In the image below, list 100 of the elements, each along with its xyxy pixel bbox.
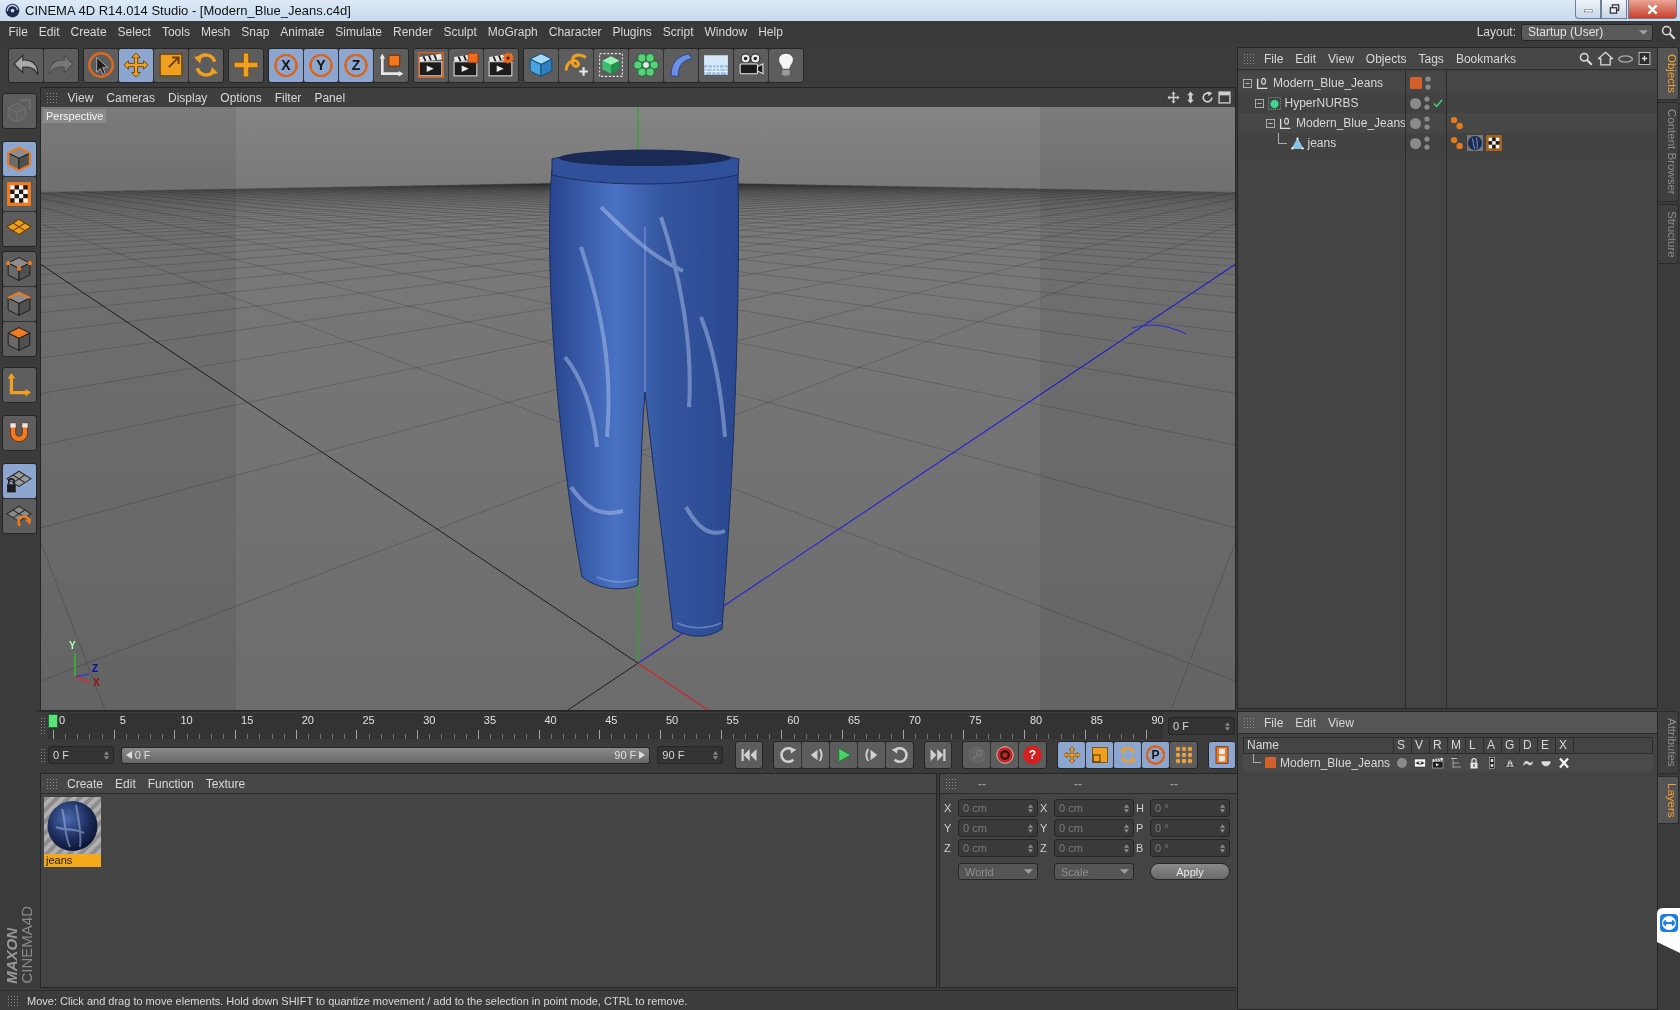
material-name[interactable]: jeans <box>44 854 101 867</box>
menu-item[interactable]: Sculpt <box>437 25 483 39</box>
menu-item[interactable]: Help <box>752 25 789 39</box>
edges-mode-button[interactable] <box>2 287 36 321</box>
column-header[interactable]: R <box>1430 738 1448 753</box>
axis-lock-button[interactable]: X <box>269 48 303 82</box>
menu-item[interactable]: Edit <box>1289 51 1323 66</box>
menu-item[interactable]: Plugins <box>606 25 658 39</box>
viewport-canvas[interactable]: Perspective Y Z X <box>41 107 1235 710</box>
subdivision-button[interactable] <box>594 48 628 82</box>
play-button[interactable] <box>830 742 857 768</box>
menu-item[interactable]: Filter <box>268 90 308 105</box>
home-icon[interactable] <box>1598 51 1613 66</box>
menu-item[interactable]: File <box>1258 715 1290 730</box>
column-header[interactable]: S <box>1394 738 1412 753</box>
menu-item[interactable]: Display <box>161 90 214 105</box>
rotate-tool-button[interactable] <box>189 48 223 82</box>
end-frame-field[interactable]: 90 F <box>657 746 723 764</box>
close-button[interactable] <box>1628 0 1677 19</box>
scale-tool-button[interactable] <box>154 48 188 82</box>
axis-mode-button[interactable] <box>1 367 37 403</box>
menu-item[interactable]: Select <box>112 25 157 39</box>
workplane-mode-button[interactable] <box>2 212 36 246</box>
menu-item[interactable]: View <box>1322 51 1360 66</box>
jeans-model-drawing[interactable] <box>549 149 740 637</box>
visibility-dots-icon[interactable] <box>1425 76 1431 90</box>
menu-item[interactable]: Script <box>657 25 699 39</box>
autokey-button[interactable] <box>991 742 1018 768</box>
point-level-button[interactable] <box>1170 742 1197 768</box>
dot-icon[interactable] <box>1410 97 1421 109</box>
spline-button[interactable] <box>559 48 593 82</box>
keyframe-selection-button[interactable]: ? <box>1019 742 1046 768</box>
layout-dropdown[interactable]: Startup (User) <box>1521 23 1653 41</box>
triangle-left-icon[interactable] <box>125 751 132 759</box>
texture-mode-button[interactable] <box>2 177 36 211</box>
spheres-icon[interactable] <box>1450 136 1464 150</box>
undo-button[interactable] <box>9 48 43 82</box>
layer-swatch-icon[interactable] <box>1410 77 1422 89</box>
locked-workplane-button[interactable] <box>2 464 36 498</box>
check-icon[interactable] <box>1433 98 1443 108</box>
start-frame-field[interactable]: 0 F <box>48 746 114 764</box>
hierarchy-icon[interactable] <box>1450 756 1462 769</box>
layer-swatch-icon[interactable] <box>1265 757 1276 768</box>
camera-button[interactable] <box>734 48 768 82</box>
timeline-ruler[interactable]: 0 5 10 15 20 25 30 35 40 45 50 55 60 65 70 75 80 85 90 <box>48 713 1163 739</box>
menu-item[interactable]: Function <box>141 776 200 791</box>
menu-item[interactable]: File <box>1258 51 1290 66</box>
visibility-dots-icon[interactable] <box>1424 116 1430 130</box>
column-header[interactable]: A <box>1484 738 1502 753</box>
menu-item[interactable]: Edit <box>33 25 66 39</box>
column-header[interactable]: Name <box>1244 738 1394 753</box>
column-header[interactable]: M <box>1448 738 1466 753</box>
polygons-mode-button[interactable] <box>2 322 36 356</box>
render-view-button[interactable] <box>414 48 448 82</box>
dot-icon[interactable] <box>1396 756 1408 769</box>
menu-item[interactable]: Edit <box>109 776 142 791</box>
axis-lock-button[interactable]: Z <box>339 48 373 82</box>
restore-button[interactable] <box>1601 0 1627 19</box>
layer-row[interactable]: Modern_Blue_Jeans <box>1243 754 1653 771</box>
pyramid-icon[interactable] <box>1504 756 1516 769</box>
checker-icon[interactable] <box>1486 135 1502 151</box>
cube-button[interactable] <box>524 48 558 82</box>
playhead-marker[interactable] <box>48 714 58 728</box>
window-icon[interactable] <box>1218 91 1231 104</box>
menu-item[interactable]: MoGraph <box>482 25 544 39</box>
plus-box-icon[interactable] <box>1638 51 1651 66</box>
clapperboard-icon[interactable] <box>1432 756 1444 769</box>
select-tool-button[interactable] <box>84 48 118 82</box>
cross-icon[interactable] <box>1558 756 1570 769</box>
move-arrows-icon[interactable] <box>1167 91 1180 104</box>
deformer-button[interactable] <box>664 48 698 82</box>
menu-item[interactable]: Create <box>65 25 113 39</box>
menu-item[interactable]: File <box>3 25 34 39</box>
add-tool-button[interactable] <box>228 47 264 83</box>
menu-item[interactable]: Simulate <box>329 25 388 39</box>
next-key-button[interactable] <box>886 742 913 768</box>
search-icon[interactable] <box>1579 51 1593 66</box>
render-settings-button[interactable] <box>484 48 518 82</box>
dot-icon[interactable] <box>1410 137 1421 149</box>
column-header[interactable]: D <box>1520 738 1538 753</box>
cloner-button[interactable] <box>629 48 663 82</box>
menu-item[interactable]: Character <box>543 25 607 39</box>
parameter-key-button[interactable]: P <box>1142 742 1169 768</box>
column-header[interactable]: L <box>1466 738 1484 753</box>
axis-lock-button[interactable]: Y <box>304 48 338 82</box>
last-frame-button[interactable] <box>924 741 952 769</box>
menu-item[interactable]: View <box>1322 715 1360 730</box>
previous-key-button[interactable] <box>774 742 801 768</box>
menu-item[interactable]: View <box>61 90 100 105</box>
menu-item[interactable]: Animate <box>274 25 330 39</box>
timeline-button[interactable] <box>1208 741 1236 769</box>
spheres-icon[interactable] <box>1450 116 1464 130</box>
menu-item[interactable]: Render <box>387 25 438 39</box>
column-header[interactable]: V <box>1412 738 1430 753</box>
column-header[interactable]: X <box>1556 738 1574 753</box>
rotate-icon[interactable] <box>1201 91 1214 104</box>
floor-button[interactable] <box>699 48 733 82</box>
model-mode-button[interactable] <box>2 142 36 176</box>
previous-frame-button[interactable] <box>802 742 829 768</box>
menu-item[interactable]: Window <box>699 25 753 39</box>
